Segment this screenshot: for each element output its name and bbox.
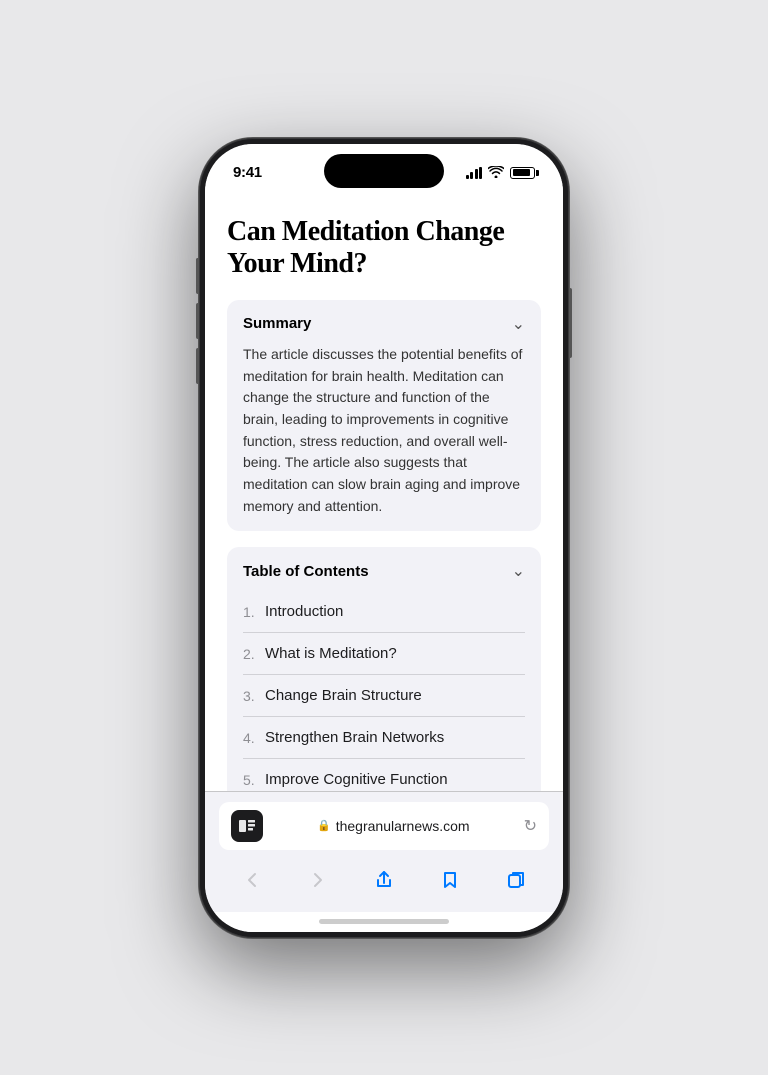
toc-item-number: 5. [243,772,265,788]
home-indicator [205,912,563,932]
toc-card: Table of Contents ⌄ 1.Introduction2.What… [227,547,541,790]
phone-frame: 9:41 [199,138,569,938]
toc-item-text: What is Meditation? [265,645,397,662]
toc-item[interactable]: 2.What is Meditation? [243,633,525,675]
wifi-icon [488,166,504,180]
toc-item-text: Improve Cognitive Function [265,771,448,788]
status-time: 9:41 [233,164,262,181]
toc-item-number: 2. [243,646,265,662]
phone-screen: 9:41 [205,144,563,932]
tabs-button[interactable] [494,862,538,898]
silent-switch [196,258,199,286]
battery-icon [510,167,535,179]
toc-item-number: 3. [243,688,265,704]
toc-list: 1.Introduction2.What is Meditation?3.Cha… [243,591,525,790]
article-title: Can Meditation Change Your Mind? [227,216,541,280]
browser-nav [219,858,549,904]
summary-chevron-icon[interactable]: ⌄ [512,314,525,334]
content-area[interactable]: Can Meditation Change Your Mind? Summary… [205,196,563,791]
toc-item-number: 4. [243,730,265,746]
forward-button[interactable] [296,862,340,898]
lock-icon: 🔒 [317,819,331,832]
toc-item[interactable]: 1.Introduction [243,591,525,633]
toc-item-number: 1. [243,604,265,620]
toc-item[interactable]: 4.Strengthen Brain Networks [243,717,525,759]
toc-label: Table of Contents [243,563,369,580]
back-button[interactable] [230,862,274,898]
signal-icon [466,167,483,179]
toc-header: Table of Contents ⌄ [243,561,525,581]
url-bar[interactable]: 🔒 thegranularnews.com ↻ [219,802,549,850]
toc-item-text: Introduction [265,603,343,620]
summary-header: Summary ⌄ [243,314,525,334]
volume-up-button [196,303,199,339]
toc-item-text: Change Brain Structure [265,687,422,704]
dynamic-island [324,154,444,188]
summary-label: Summary [243,315,311,332]
home-bar [319,919,449,924]
volume-down-button [196,348,199,384]
toc-item[interactable]: 3.Change Brain Structure [243,675,525,717]
reader-view-button[interactable] [231,810,263,842]
summary-card: Summary ⌄ The article discusses the pote… [227,300,541,532]
status-icons [466,166,536,180]
summary-text: The article discusses the potential bene… [243,344,525,518]
toc-item[interactable]: 5.Improve Cognitive Function [243,759,525,790]
toc-chevron-icon[interactable]: ⌄ [512,561,525,581]
browser-bar: 🔒 thegranularnews.com ↻ [205,791,563,912]
status-bar: 9:41 [205,144,563,196]
url-text: thegranularnews.com [336,818,470,834]
toc-item-text: Strengthen Brain Networks [265,729,444,746]
reload-icon[interactable]: ↻ [524,816,537,836]
url-section: 🔒 thegranularnews.com [271,818,516,834]
bookmarks-button[interactable] [428,862,472,898]
share-button[interactable] [362,862,406,898]
